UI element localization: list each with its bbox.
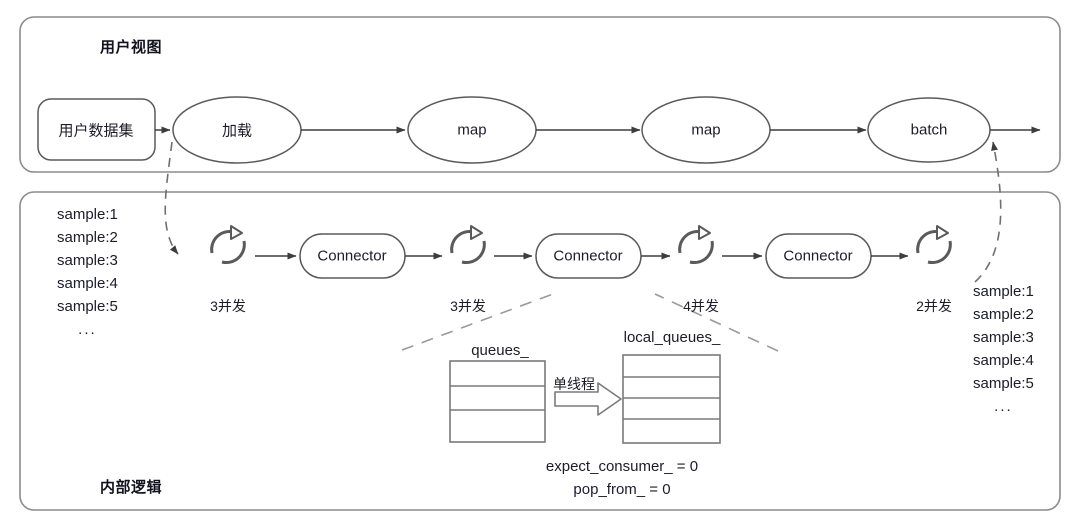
concurrency-label-4: 2并发: [916, 298, 952, 314]
queues-table-title: queues_: [471, 342, 529, 359]
panel-title-internal-logic: 内部逻辑: [100, 479, 163, 496]
stage-label-map-2: map: [691, 121, 721, 139]
concurrency-label-2: 3并发: [450, 298, 486, 314]
local-queues-table-title: local_queues_: [623, 329, 721, 346]
stage-label-map-1: map: [457, 121, 487, 139]
local-queues-table: [622, 354, 721, 444]
queues-table: [449, 360, 546, 443]
single-thread-label: 单线程: [553, 376, 595, 392]
expect-consumer-variable: expect_consumer_ = 0: [545, 458, 699, 475]
connector-label-3: Connector: [783, 247, 853, 265]
output-sample-list: sample:1 sample:2 sample:3 sample:4 samp…: [973, 280, 1034, 418]
list-item: sample:5: [57, 298, 118, 315]
list-item: sample:2: [57, 229, 118, 246]
concurrency-label-3: 4并发: [683, 298, 719, 314]
pop-from-variable: pop_from_ = 0: [573, 481, 671, 498]
list-ellipsis: ...: [994, 398, 1013, 415]
stage-label-batch: batch: [910, 121, 948, 139]
list-item: sample:3: [57, 252, 118, 269]
concurrency-label-1: 3并发: [210, 298, 246, 314]
list-item: sample:3: [973, 329, 1034, 346]
list-item: sample:5: [973, 375, 1034, 392]
panel-title-user-view: 用户视图: [100, 39, 163, 56]
stage-label-load: 加载: [221, 122, 253, 140]
list-ellipsis: ...: [78, 321, 97, 338]
list-item: sample:2: [973, 306, 1034, 323]
diagram-canvas: 用户视图 内部逻辑 用户数据集 加载 map map batch Connect…: [0, 0, 1080, 528]
list-item: sample:4: [57, 275, 118, 292]
dataset-box-label: 用户数据集: [58, 122, 134, 140]
connector-label-1: Connector: [317, 247, 387, 265]
connector-label-2: Connector: [553, 247, 623, 265]
list-item: sample:4: [973, 352, 1034, 369]
input-sample-list: sample:1 sample:2 sample:3 sample:4 samp…: [57, 203, 118, 341]
list-item: sample:1: [57, 206, 118, 223]
diagram-vector-layer: [19, 16, 1061, 511]
panel-internal-logic-frame: [19, 191, 1061, 511]
list-item: sample:1: [973, 283, 1034, 300]
